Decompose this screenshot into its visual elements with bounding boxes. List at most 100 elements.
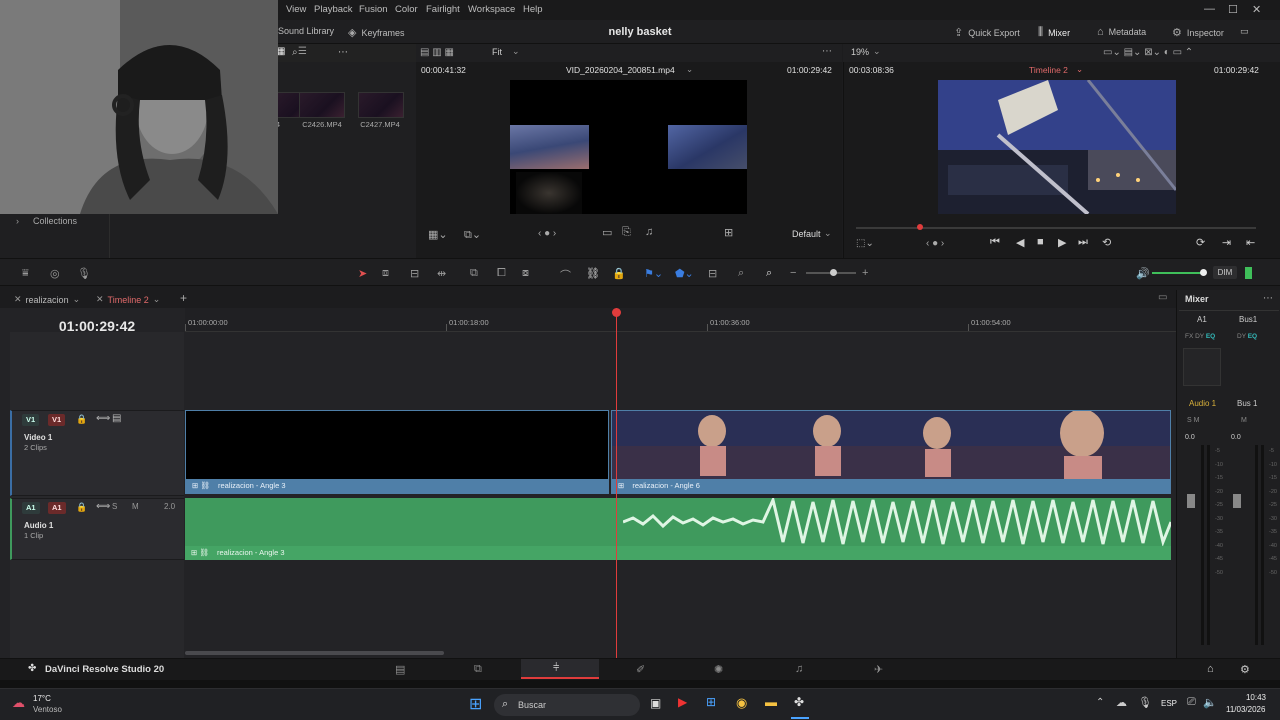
zoom-slider-handle[interactable] <box>830 269 837 276</box>
davinci-taskbar-icon[interactable]: ✤ <box>794 695 804 709</box>
scrubber-bar[interactable] <box>856 227 1256 229</box>
list-view-icon[interactable]: ☰ <box>298 46 307 57</box>
fader-handle[interactable] <box>1187 494 1195 508</box>
multicam-layout-icon[interactable]: ▦⌄ <box>428 228 448 241</box>
collections-label[interactable]: Collections <box>33 216 77 226</box>
chevron-down-icon[interactable]: ⌄ <box>824 228 832 239</box>
dim-button[interactable]: DIM <box>1213 266 1237 279</box>
volume-slider-handle[interactable] <box>1200 269 1207 276</box>
chrome-icon[interactable]: ◉ <box>736 695 747 711</box>
volume-icon[interactable]: 🔊 <box>1136 267 1150 280</box>
cut-page-icon[interactable]: ⧉ <box>474 663 482 676</box>
volume-slider[interactable] <box>1152 272 1206 274</box>
track-target[interactable]: A1 <box>48 502 66 514</box>
microphone-icon[interactable]: 🎙 <box>1138 696 1152 709</box>
menu-playback[interactable]: Playback <box>314 4 353 15</box>
menu-help[interactable]: Help <box>523 4 543 15</box>
video-clip[interactable]: ⊞ ⛓ realizacion - Angle 3 <box>185 410 609 494</box>
clip-thumbnail[interactable] <box>358 92 404 118</box>
mute-button[interactable]: M <box>1241 417 1247 424</box>
cloud-icon[interactable]: ☁ <box>1116 696 1127 709</box>
angle-thumbnail[interactable] <box>668 125 747 169</box>
settings-icon[interactable]: ⚙ <box>1240 663 1250 676</box>
zoom-detail-icon[interactable]: ⌕ <box>738 267 744 280</box>
mic-icon[interactable]: 🎙 <box>77 267 91 280</box>
timeline-scrollbar[interactable] <box>185 651 444 655</box>
prev-next-icon[interactable]: ‹ ● › <box>926 238 944 249</box>
more-icon[interactable]: ⋯ <box>338 47 348 58</box>
color-page-icon[interactable]: ✺ <box>714 663 723 676</box>
video-only-icon[interactable]: ⎘ <box>622 226 631 239</box>
snapping-icon[interactable]: ⌒ <box>560 267 571 283</box>
zoom-custom-icon[interactable]: ⌕ <box>766 267 772 280</box>
overlay-icon[interactable]: ⧉⌄ <box>464 228 481 242</box>
mark-in-icon[interactable]: ⇥ <box>1222 236 1231 249</box>
blade-tool-icon[interactable]: ⇹ <box>437 267 446 280</box>
file-explorer-icon[interactable]: ▬ <box>765 695 777 709</box>
mute-button[interactable]: M <box>132 502 139 511</box>
maximize-icon[interactable]: ☐ <box>1228 3 1238 16</box>
chevron-down-icon[interactable]: ⌄ <box>686 64 693 75</box>
search-icon[interactable]: ⌕ <box>292 47 298 58</box>
close-tab-icon[interactable]: ✕ <box>14 294 22 305</box>
multicam-frame[interactable] <box>510 80 747 214</box>
crop-icon[interactable]: ⬚⌄ <box>856 238 874 249</box>
edit-page-tab[interactable]: ⫩ <box>521 659 599 679</box>
task-view-icon[interactable]: ▣ <box>650 696 661 710</box>
mixer-button[interactable]: ⫼ Mixer <box>1038 26 1070 39</box>
menu-view[interactable]: View <box>286 4 306 15</box>
more-icon[interactable]: ⋯ <box>1263 293 1273 304</box>
media-page-icon[interactable]: ▤ <box>395 663 405 676</box>
menu-fairlight[interactable]: Fairlight <box>426 4 460 15</box>
dynamic-trim-icon[interactable]: ⊟ <box>410 267 419 280</box>
track-id[interactable]: V1 <box>22 414 40 426</box>
weather-icon[interactable]: ☁ <box>12 695 25 711</box>
video-track-header[interactable]: V1 V1 🔒 ⟺ ▤ Video 1 2 Clips <box>10 410 184 496</box>
fader-handle[interactable] <box>1233 494 1241 508</box>
timeline-ruler[interactable]: 01:00:00:00 01:00:18:00 01:00:36:00 01:0… <box>185 308 1176 332</box>
insert-clip-icon[interactable]: ⧉ <box>470 267 478 280</box>
chevron-down-icon[interactable]: ⌄ <box>512 46 520 57</box>
prev-next-icon[interactable]: ‹ ● › <box>538 228 556 239</box>
viewer-options-icon[interactable]: ▭⌄ ▤⌄ ⊠⌄ ◐ ▭ ⌃ <box>1103 47 1193 58</box>
home-icon[interactable]: ⌂ <box>1207 663 1214 675</box>
chevron-down-icon[interactable]: ⌄ <box>153 294 161 305</box>
overwrite-clip-icon[interactable]: ⧠ <box>497 267 506 280</box>
chevron-right-icon[interactable]: › <box>16 216 19 226</box>
track-target[interactable]: V1 <box>48 414 66 426</box>
clock-time[interactable]: 10:43 <box>1230 693 1266 702</box>
quick-export-button[interactable]: ⇪ Quick Export <box>954 26 1020 39</box>
clock-date[interactable]: 11/03/2026 <box>1226 705 1265 714</box>
display-mode-dropdown[interactable]: Default <box>792 229 821 239</box>
timeline-view-icon[interactable]: ⩸ <box>22 267 29 280</box>
close-tab-icon[interactable]: ✕ <box>96 294 104 305</box>
zoom-full-icon[interactable]: ⊟ <box>708 267 717 280</box>
network-icon[interactable]: ⎚ <box>1187 696 1196 709</box>
layout-icon[interactable]: ▤ ▥ ▦ <box>420 47 454 58</box>
tray-chevron-icon[interactable]: ⌃ <box>1096 697 1104 708</box>
chevron-down-icon[interactable]: ⌄ <box>873 46 881 57</box>
tab-realizacion[interactable]: ✕ realizacion ⌄ <box>14 294 80 305</box>
tab-timeline-2[interactable]: ✕ Timeline 2 ⌄ <box>96 294 160 305</box>
deliver-page-icon[interactable]: ✈ <box>874 663 883 676</box>
clip-thumbnail[interactable] <box>299 92 345 118</box>
sound-library-button[interactable]: Sound Library <box>278 26 334 36</box>
fairlight-page-icon[interactable]: ♫ <box>795 663 803 675</box>
program-frame[interactable] <box>938 80 1176 214</box>
more-icon[interactable]: ⋯ <box>822 46 832 57</box>
playhead-handle[interactable] <box>612 308 621 317</box>
expand-icon[interactable]: ▭ <box>1240 26 1249 37</box>
windows-start-icon[interactable]: ⊞ <box>469 694 482 714</box>
stack-icon[interactable]: ◎ <box>50 267 60 280</box>
trim-tool-icon[interactable]: ⧈ <box>382 267 389 280</box>
zoom-dropdown[interactable]: 19% <box>851 47 869 57</box>
skip-to-start-icon[interactable]: ⏮ <box>990 236 1000 249</box>
video-clip[interactable]: ⊞ realizacion - Angle 6 <box>611 410 1171 494</box>
speaker-icon[interactable]: 🔈 <box>1203 696 1217 709</box>
language-indicator[interactable]: ESP <box>1161 699 1177 708</box>
audio-clip[interactable]: ⊞ ⛓ realizacion - Angle 3 <box>185 498 1171 560</box>
selection-tool-icon[interactable]: ➤ <box>358 267 367 280</box>
lock-icon[interactable]: 🔒 <box>76 414 87 425</box>
solo-button[interactable]: S <box>112 502 117 511</box>
youtube-icon[interactable]: ▶ <box>678 695 687 709</box>
